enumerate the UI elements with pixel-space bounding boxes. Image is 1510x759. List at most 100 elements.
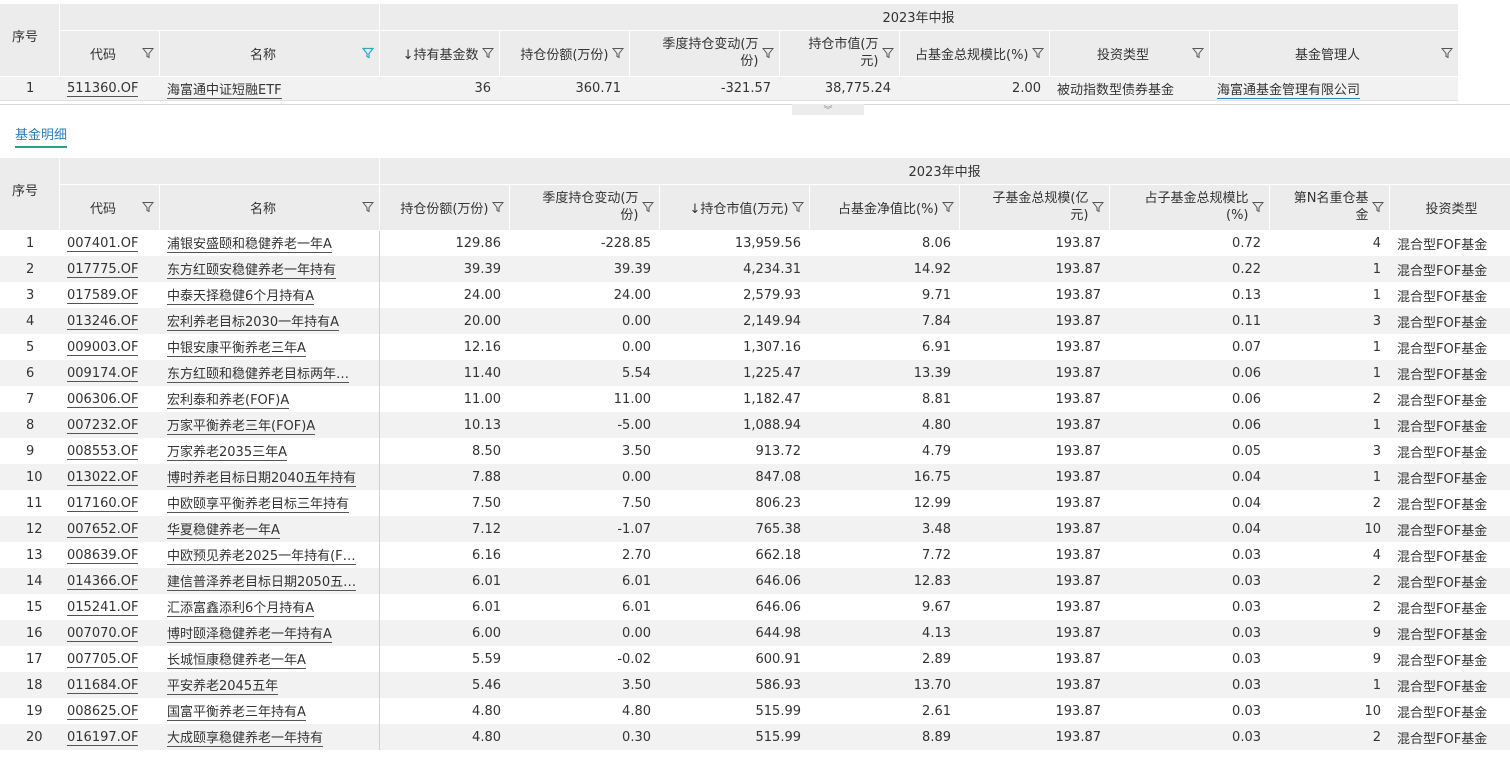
fund-name-link[interactable]: 万家平衡养老三年(FOF)A bbox=[167, 415, 316, 435]
fund-code-link[interactable]: 016197.OF bbox=[67, 729, 139, 746]
cell-name[interactable]: 宏利泰和养老(FOF)A bbox=[159, 386, 380, 412]
table-row[interactable]: 2 017775.OF 东方红颐安稳健养老一年持有 39.39 39.39 4,234.3… bbox=[0, 256, 1510, 282]
filter-icon[interactable] bbox=[881, 46, 895, 60]
cell-code[interactable]: 011684.OF bbox=[59, 672, 159, 698]
table-row[interactable]: 18 011684.OF 平安养老2045五年 5.46 3.50 586.93 13.70… bbox=[0, 672, 1510, 698]
filter-icon[interactable] bbox=[141, 46, 155, 60]
cell-code[interactable]: 008625.OF bbox=[59, 698, 159, 724]
filter-icon[interactable] bbox=[641, 200, 655, 214]
cell-name[interactable]: 汇添富鑫添利6个月持有A bbox=[159, 594, 380, 620]
fund-name-link[interactable]: 万家养老2035三年A bbox=[167, 441, 287, 461]
filter-icon[interactable] bbox=[481, 46, 495, 60]
fund-name-link[interactable]: 东方红颐和稳健养老目标两年… bbox=[167, 363, 350, 383]
fund-code-link[interactable]: 007401.OF bbox=[67, 235, 139, 252]
fund-name-link[interactable]: 中银安康平衡养老三年A bbox=[167, 337, 306, 357]
cell-name[interactable]: 中银安康平衡养老三年A bbox=[159, 334, 380, 360]
col-header-invest-type[interactable]: 投资类型 bbox=[1049, 30, 1210, 77]
cell-name[interactable]: 宏利养老目标2030一年持有A bbox=[159, 308, 380, 334]
fund-code-link[interactable]: 007652.OF bbox=[67, 521, 139, 538]
table-row[interactable]: 4 013246.OF 宏利养老目标2030一年持有A 20.00 0.00 2,149.… bbox=[0, 308, 1510, 334]
fund-name-link[interactable]: 国富平衡养老三年持有A bbox=[167, 701, 306, 721]
fund-code-link[interactable]: 017589.OF bbox=[67, 287, 139, 304]
fund-name-link[interactable]: 博时颐泽稳健养老一年持有A bbox=[167, 623, 332, 643]
col-header-share-amount[interactable]: 持仓份额(万份) bbox=[379, 184, 510, 231]
cell-code[interactable]: 007070.OF bbox=[59, 620, 159, 646]
filter-icon[interactable] bbox=[1191, 46, 1205, 60]
cell-manager[interactable]: 海富通基金管理有限公司 bbox=[1209, 76, 1459, 101]
fund-name-link[interactable]: 宏利养老目标2030一年持有A bbox=[167, 311, 339, 331]
cell-code[interactable]: 009003.OF bbox=[59, 334, 159, 360]
cell-name[interactable]: 平安养老2045五年 bbox=[159, 672, 380, 698]
cell-name[interactable]: 东方红颐安稳健养老一年持有 bbox=[159, 256, 380, 282]
filter-icon[interactable] bbox=[141, 200, 155, 214]
cell-code[interactable]: 013022.OF bbox=[59, 464, 159, 490]
col-header-quarter-change[interactable]: 季度持仓变动(万份) bbox=[629, 30, 780, 77]
fund-code-link[interactable]: 013022.OF bbox=[67, 469, 139, 486]
fund-name-link[interactable]: 大成颐享稳健养老一年持有 bbox=[167, 727, 324, 747]
fund-name-link[interactable]: 汇添富鑫添利6个月持有A bbox=[167, 597, 315, 617]
fund-name-link[interactable]: 博时养老目标日期2040五年持有 bbox=[167, 467, 357, 487]
col-header-nav-ratio[interactable]: 占基金净值比(%) bbox=[809, 184, 960, 231]
cell-code[interactable]: 007652.OF bbox=[59, 516, 159, 542]
filter-icon[interactable] bbox=[361, 200, 375, 214]
fund-code-link[interactable]: 014366.OF bbox=[67, 573, 139, 590]
cell-name[interactable]: 浦银安盛颐和稳健养老一年A bbox=[159, 230, 380, 256]
table-row[interactable]: 3 017589.OF 中泰天择稳健6个月持有A 24.00 24.00 2,579.93… bbox=[0, 282, 1510, 308]
cell-name[interactable]: 大成颐享稳健养老一年持有 bbox=[159, 724, 380, 750]
filter-icon[interactable] bbox=[941, 200, 955, 214]
filter-icon[interactable] bbox=[761, 46, 775, 60]
col-header-quarter-change[interactable]: 季度持仓变动(万份) bbox=[509, 184, 660, 231]
col-header-fund-count[interactable]: ↓持有基金数 bbox=[379, 30, 500, 77]
table-row[interactable]: 20 016197.OF 大成颐享稳健养老一年持有 4.80 0.30 515.99 8.8… bbox=[0, 724, 1510, 750]
fund-code-link[interactable]: 013246.OF bbox=[67, 313, 139, 330]
fund-code-link[interactable]: 008625.OF bbox=[67, 703, 139, 720]
cell-name[interactable]: 长城恒康稳健养老一年A bbox=[159, 646, 380, 672]
cell-code[interactable]: 015241.OF bbox=[59, 594, 159, 620]
cell-code[interactable]: 017775.OF bbox=[59, 256, 159, 282]
col-header-code[interactable]: 代码 bbox=[59, 184, 160, 231]
fund-code-link[interactable]: 511360.OF bbox=[67, 80, 139, 97]
cell-name[interactable]: 博时养老目标日期2040五年持有 bbox=[159, 464, 380, 490]
cell-code[interactable]: 013246.OF bbox=[59, 308, 159, 334]
cell-name[interactable]: 万家养老2035三年A bbox=[159, 438, 380, 464]
fund-name-link[interactable]: 宏利泰和养老(FOF)A bbox=[167, 389, 290, 409]
cell-code[interactable]: 014366.OF bbox=[59, 568, 159, 594]
col-header-manager[interactable]: 基金管理人 bbox=[1209, 30, 1459, 77]
col-header-rank[interactable]: 第N名重仓基金 bbox=[1269, 184, 1390, 231]
table-row[interactable]: 15 015241.OF 汇添富鑫添利6个月持有A 6.01 6.01 646.06 9.6… bbox=[0, 594, 1510, 620]
table-row[interactable]: 9 008553.OF 万家养老2035三年A 8.50 3.50 913.72 4.79 1… bbox=[0, 438, 1510, 464]
fund-code-link[interactable]: 015241.OF bbox=[67, 599, 139, 616]
col-header-code[interactable]: 代码 bbox=[59, 30, 160, 77]
col-header-market-value[interactable]: 持仓市值(万元) bbox=[779, 30, 900, 77]
table-row[interactable]: 5 009003.OF 中银安康平衡养老三年A 12.16 0.00 1,307.16 6.… bbox=[0, 334, 1510, 360]
col-header-share-amount[interactable]: 持仓份额(万份) bbox=[499, 30, 630, 77]
table-row[interactable]: 12 007652.OF 华夏稳健养老一年A 7.12 -1.07 765.38 3.48 1… bbox=[0, 516, 1510, 542]
cell-name[interactable]: 海富通中证短融ETF bbox=[159, 76, 379, 101]
cell-code[interactable]: 008553.OF bbox=[59, 438, 159, 464]
filter-icon[interactable] bbox=[611, 46, 625, 60]
col-header-sub-ratio[interactable]: 占子基金总规模比(%) bbox=[1109, 184, 1270, 231]
cell-name[interactable]: 建信普泽养老目标日期2050五… bbox=[159, 568, 380, 594]
col-header-invest-type[interactable]: 投资类型 bbox=[1389, 184, 1510, 231]
fund-name-link[interactable]: 建信普泽养老目标日期2050五… bbox=[167, 571, 357, 591]
col-header-name[interactable]: 名称 bbox=[159, 30, 380, 77]
fund-name-link[interactable]: 东方红颐安稳健养老一年持有 bbox=[167, 259, 337, 279]
table-row[interactable]: 11 017160.OF 中欧颐享平衡养老目标三年持有 7.50 7.50 806.23 1… bbox=[0, 490, 1510, 516]
cell-name[interactable]: 博时颐泽稳健养老一年持有A bbox=[159, 620, 380, 646]
filter-icon[interactable] bbox=[1251, 200, 1265, 214]
filter-icon[interactable] bbox=[491, 200, 505, 214]
pane-splitter[interactable] bbox=[0, 104, 1510, 105]
fund-code-link[interactable]: 008553.OF bbox=[67, 443, 139, 460]
cell-code[interactable]: 017589.OF bbox=[59, 282, 159, 308]
cell-code[interactable]: 009174.OF bbox=[59, 360, 159, 386]
tab-fund-detail[interactable]: 基金明细 bbox=[15, 124, 68, 148]
filter-icon[interactable] bbox=[1371, 200, 1385, 214]
cell-code[interactable]: 007232.OF bbox=[59, 412, 159, 438]
cell-code[interactable]: 007705.OF bbox=[59, 646, 159, 672]
cell-code[interactable]: 511360.OF bbox=[59, 76, 159, 101]
table-row[interactable]: 16 007070.OF 博时颐泽稳健养老一年持有A 6.00 0.00 644.98 4.… bbox=[0, 620, 1510, 646]
fund-code-link[interactable]: 007070.OF bbox=[67, 625, 139, 642]
fund-code-link[interactable]: 017160.OF bbox=[67, 495, 139, 512]
table-row[interactable]: 7 006306.OF 宏利泰和养老(FOF)A 11.00 11.00 1,182.47… bbox=[0, 386, 1510, 412]
cell-code[interactable]: 016197.OF bbox=[59, 724, 159, 750]
